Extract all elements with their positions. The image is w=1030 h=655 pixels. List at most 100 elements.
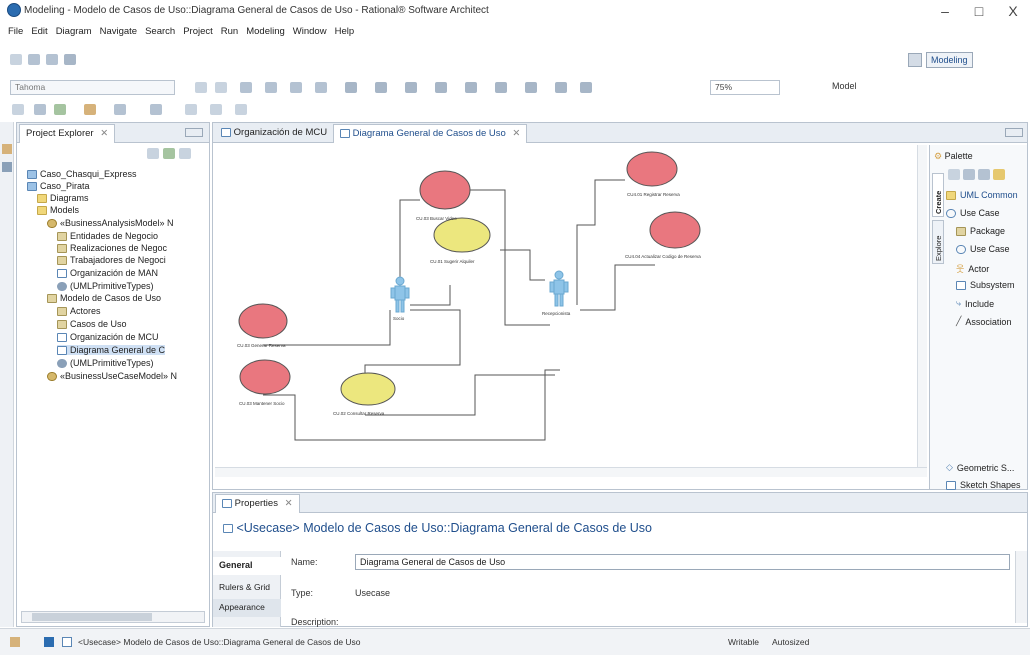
section-appearance[interactable]: Appearance [213,599,281,617]
select-tool-icon[interactable] [948,169,960,180]
link-editor-icon[interactable] [163,148,175,159]
tree-item[interactable]: Caso_Pirata [27,181,90,191]
zoom-select[interactable]: 75% [710,80,780,95]
tree-item[interactable]: «BusinessUseCaseModel» N [47,371,177,381]
close-button[interactable]: X [998,2,1028,20]
palette-drawer-sketch[interactable]: Sketch Shapes [946,480,1021,490]
menu-modeling[interactable]: Modeling [246,26,285,37]
snap-icon[interactable] [580,82,592,93]
line-color-icon[interactable] [315,82,327,93]
back-icon[interactable] [210,104,222,115]
tree-item[interactable]: «BusinessAnalysisModel» N [47,218,174,228]
palette-item-include[interactable]: ⤷ Include [956,298,994,309]
open-perspective-icon[interactable] [908,53,922,67]
italic-icon[interactable] [215,82,227,93]
filter-icon[interactable] [495,82,507,93]
maximize-button[interactable]: □ [964,2,994,20]
tree-item[interactable]: Diagrams [37,193,89,203]
font-select[interactable]: Tahoma [10,80,175,95]
search-tool-icon[interactable] [114,104,126,115]
pin-icon[interactable] [12,104,24,115]
tree-item[interactable]: Models [37,205,79,215]
tree-item[interactable]: Casos de Uso [57,319,127,329]
arrange-icon[interactable] [345,82,357,93]
perspective-modeling[interactable]: Modeling [926,52,973,68]
run-icon[interactable] [54,104,66,115]
edit-tool-icon[interactable] [150,104,162,115]
forward-icon[interactable] [235,104,247,115]
menu-navigate[interactable]: Navigate [100,26,138,37]
tree-item[interactable]: Trabajadores de Negoci [57,255,166,265]
tree-item[interactable]: Entidades de Negocio [57,231,158,241]
palette-item-package[interactable]: Package [956,226,1005,236]
inheritance-icon[interactable] [2,162,12,172]
tab-explore[interactable]: Explore [932,220,944,264]
tab-diagrama-general[interactable]: Diagrama General de Casos de Uso ✕ [333,124,528,143]
menu-diagram[interactable]: Diagram [56,26,92,37]
new-icon[interactable] [10,54,22,65]
font-size-icon[interactable] [555,82,567,93]
minimize-view-icon[interactable] [1005,128,1023,137]
outline-icon[interactable] [2,144,12,154]
tree-item-selected[interactable]: Diagrama General de C [57,345,166,355]
menu-window[interactable]: Window [293,26,327,37]
palette-drawer-uml-common[interactable]: UML Common [946,190,1018,200]
palette-item-association[interactable]: ╱ Association [956,316,1011,327]
palette-item-use-case[interactable]: Use Case [956,244,1010,254]
tree-item[interactable]: (UMLPrimitiveTypes) [57,358,154,368]
fast-view-icon[interactable] [10,637,20,647]
nav-icon[interactable] [185,104,197,115]
zoom-in-icon[interactable] [963,169,975,180]
menu-edit[interactable]: Edit [31,26,47,37]
collapse-all-icon[interactable] [147,148,159,159]
palette-drawer-geometric[interactable]: ◇ Geometric S... [946,462,1014,473]
close-icon[interactable]: ✕ [100,128,108,139]
tree-item[interactable]: (UMLPrimitiveTypes) [57,281,154,291]
note-icon[interactable] [993,169,1005,180]
menu-file[interactable]: File [8,26,23,37]
section-general[interactable]: General [213,557,281,575]
palette-group-use-case[interactable]: Use Case [946,208,1000,218]
layers-icon[interactable] [525,82,537,93]
section-rulers-grid[interactable]: Rulers & Grid [213,579,281,597]
properties-vscrollbar[interactable] [1015,551,1027,623]
align-icon[interactable] [375,82,387,93]
tab-create[interactable]: Create [932,173,944,217]
name-field[interactable]: Diagrama General de Casos de Uso [355,554,1010,570]
line-style-icon[interactable] [240,82,252,93]
diagram-canvas[interactable]: CU.03 Buscar Video CU.01 Sugerir Alquile… [215,145,927,477]
model-button[interactable]: Model [832,81,857,91]
tab-project-explorer[interactable]: Project Explorer ✕ [19,124,116,143]
tree-item[interactable]: Realizaciones de Negoc [57,243,167,253]
fill-color-icon[interactable] [290,82,302,93]
diagram-hscrollbar[interactable] [215,467,927,477]
tree-item[interactable]: Actores [57,306,101,316]
save-icon[interactable] [28,54,40,65]
menu-project[interactable]: Project [183,26,213,37]
tree-item[interactable]: Modelo de Casos de Uso [47,293,161,303]
save-all-icon[interactable] [46,54,58,65]
tree-item[interactable]: Organización de MCU [57,332,159,342]
menu-search[interactable]: Search [145,26,175,37]
tree-item[interactable]: Caso_Chasqui_Express [27,169,137,179]
palette-item-subsystem[interactable]: Subsystem [956,280,1015,290]
scroll-thumb[interactable] [32,613,152,621]
debug-icon[interactable] [34,104,46,115]
close-icon[interactable]: ✕ [285,498,293,509]
print-icon[interactable] [64,54,76,65]
font-color-icon[interactable] [265,82,277,93]
view-menu-icon[interactable] [179,148,191,159]
minimize-button[interactable]: – [930,2,960,20]
use-case-diagram[interactable] [215,145,927,477]
menu-run[interactable]: Run [221,26,238,37]
bold-icon[interactable] [195,82,207,93]
palette-item-actor[interactable]: 웃 Actor [956,262,989,275]
minimize-view-icon[interactable] [185,128,203,137]
menu-help[interactable]: Help [335,26,355,37]
delete-icon[interactable] [465,82,477,93]
size-icon[interactable] [435,82,447,93]
distribute-icon[interactable] [405,82,417,93]
zoom-out-icon[interactable] [978,169,990,180]
tree-item[interactable]: Organización de MAN [57,268,158,278]
tools-icon[interactable] [84,104,96,115]
